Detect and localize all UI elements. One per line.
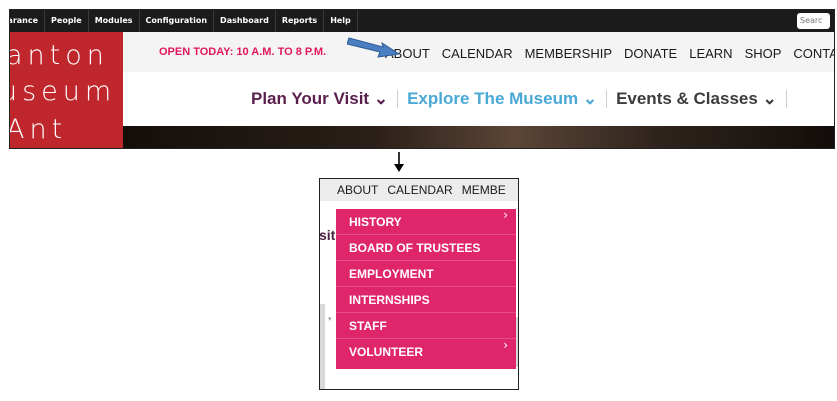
admin-search-input[interactable]: Searc [797, 13, 830, 29]
nav-plan-your-visit[interactable]: Plan Your Visit ⌄ [251, 89, 388, 109]
utility-link-contact[interactable]: CONTAC [793, 46, 834, 61]
nav-explore-the-museum[interactable]: Explore The Museum ⌄ [407, 89, 597, 109]
pointer-arrow-icon [347, 37, 401, 58]
down-arrow-icon [394, 152, 404, 172]
dropdown-item-history[interactable]: HISTORY › [336, 208, 516, 235]
dropdown-item-board-of-trustees[interactable]: BOARD OF TRUSTEES [336, 235, 516, 261]
about-dropdown-zoom: ABOUT CALENDAR MEMBE sit ▾ HISTORY › BOA… [319, 178, 519, 390]
admin-item-help[interactable]: Help [324, 10, 358, 32]
logo-line-2: ɹseum [10, 76, 117, 107]
utility-link-shop[interactable]: SHOP [745, 46, 782, 61]
admin-item-appearance[interactable]: earance [10, 10, 46, 32]
main-navigation: Plan Your Visit ⌄ Explore The Museum ⌄ E… [123, 72, 834, 126]
admin-item-modules[interactable]: Modules [89, 10, 140, 32]
open-today-notice: OPEN TODAY: 10 A.M. TO 8 P.M. [159, 46, 327, 58]
utility-link-donate[interactable]: DONATE [624, 46, 677, 61]
nav-divider [397, 90, 399, 108]
dropdown-item-staff[interactable]: STAFF [336, 313, 516, 339]
nav-plan-your-visit-label: Plan Your Visit [251, 89, 370, 108]
utility-bar: OPEN TODAY: 10 A.M. TO 8 P.M. ABOUT CALE… [123, 32, 834, 72]
utility-link-calendar[interactable]: CALENDAR [442, 46, 513, 61]
nav-divider [606, 90, 608, 108]
admin-item-dashboard[interactable]: Dashboard [214, 10, 276, 32]
zoom-utility-bar: ABOUT CALENDAR MEMBE [320, 179, 518, 201]
utility-link-membership[interactable]: MEMBERSHIP [525, 46, 612, 61]
zoom-link-about[interactable]: ABOUT [337, 183, 378, 197]
nav-events-classes[interactable]: Events & Classes ⌄ [616, 89, 777, 109]
utility-links: ABOUT CALENDAR MEMBERSHIP DONATE LEARN S… [385, 46, 834, 61]
about-dropdown-menu: HISTORY › BOARD OF TRUSTEES EMPLOYMENT I… [336, 208, 516, 369]
hero-image [123, 126, 834, 148]
chevron-down-icon: ⌄ [582, 89, 598, 108]
dropdown-item-label: VOLUNTEER [349, 345, 424, 359]
zoom-link-calendar[interactable]: CALENDAR [387, 183, 452, 197]
admin-item-configuration[interactable]: Configuration [140, 10, 215, 32]
dropdown-item-label: HISTORY [349, 215, 402, 229]
nav-events-classes-label: Events & Classes [616, 89, 758, 108]
page-edge [320, 304, 325, 389]
museum-logo[interactable]: anton ɹseum Ant [10, 32, 123, 148]
utility-link-learn[interactable]: LEARN [689, 46, 732, 61]
partial-nav-text: sit [319, 227, 336, 243]
admin-item-reports[interactable]: Reports [276, 10, 325, 32]
logo-line-1: anton [10, 40, 109, 71]
chevron-right-icon: › [503, 208, 508, 222]
nav-divider [785, 90, 787, 108]
chevron-down-icon: ⌄ [373, 89, 389, 108]
dropdown-item-label: BOARD OF TRUSTEES [349, 241, 481, 255]
website-header-screenshot: earance People Modules Configuration Das… [9, 9, 835, 149]
zoom-link-membership[interactable]: MEMBE [462, 183, 506, 197]
dropdown-item-volunteer[interactable]: VOLUNTEER › [336, 338, 516, 367]
small-caret-icon: ▾ [328, 315, 332, 323]
admin-item-people[interactable]: People [45, 10, 89, 32]
dropdown-item-employment[interactable]: EMPLOYMENT [336, 261, 516, 287]
dropdown-item-label: INTERNSHIPS [349, 293, 430, 307]
dropdown-item-label: EMPLOYMENT [349, 267, 434, 281]
nav-explore-the-museum-label: Explore The Museum [407, 89, 579, 108]
dropdown-item-internships[interactable]: INTERNSHIPS [336, 287, 516, 313]
chevron-down-icon: ⌄ [762, 89, 777, 108]
logo-line-3: Ant [10, 114, 68, 145]
chevron-right-icon: › [503, 338, 508, 352]
dropdown-item-label: STAFF [349, 319, 387, 333]
admin-toolbar: earance People Modules Configuration Das… [10, 10, 834, 32]
